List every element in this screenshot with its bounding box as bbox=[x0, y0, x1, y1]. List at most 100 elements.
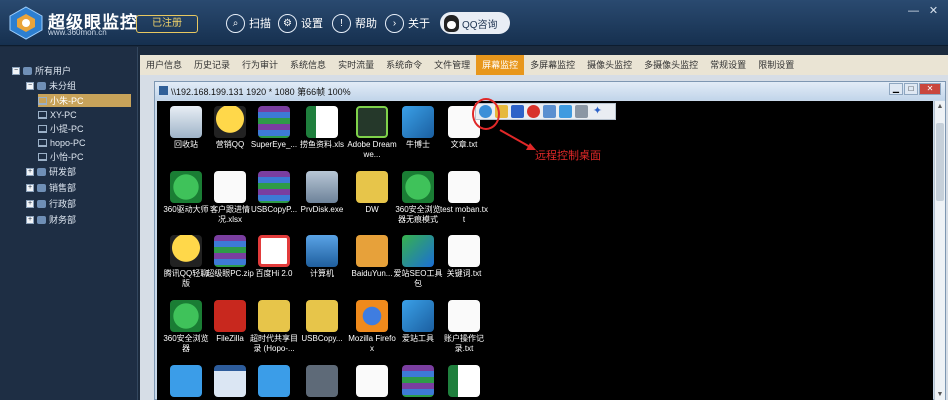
tree-pc-label: XY-PC bbox=[50, 109, 77, 120]
tab-multi-camera[interactable]: 多摄像头监控 bbox=[638, 55, 704, 75]
desktop-icon[interactable]: 360驱动大师 bbox=[161, 171, 211, 215]
desktop-icon[interactable]: 360安全浏览器无痕模式 bbox=[393, 171, 443, 225]
desktop-icon[interactable] bbox=[161, 365, 211, 397]
desktop-icon[interactable]: DW bbox=[347, 171, 397, 215]
desktop-icon[interactable]: 超时代共享目录 (Hopo-... bbox=[249, 300, 299, 354]
collapse-icon[interactable]: − bbox=[12, 66, 20, 75]
desktop-icon[interactable]: BaiduYun... bbox=[347, 235, 397, 279]
computer-icon bbox=[38, 124, 47, 133]
tree-root[interactable]: − 所有用户 bbox=[12, 64, 71, 77]
tree-group-unassigned[interactable]: − 未分组 bbox=[26, 79, 76, 92]
qq-consult-label: QQ咨询 bbox=[462, 19, 498, 31]
desktop-icon[interactable]: FileZilla bbox=[205, 300, 255, 344]
capture-icon[interactable] bbox=[575, 105, 588, 118]
scan-label: 扫描 bbox=[249, 18, 271, 30]
settings-button[interactable]: ⚙ 设置 bbox=[278, 12, 323, 34]
desktop-icon[interactable]: 牛博士 bbox=[393, 106, 443, 150]
tree-department[interactable]: + 销售部 bbox=[26, 181, 76, 194]
tab-file-manager[interactable]: 文件管理 bbox=[428, 55, 476, 75]
desktop-icon[interactable]: SuperEye_... bbox=[249, 106, 299, 150]
tab-general-settings[interactable]: 常规设置 bbox=[704, 55, 752, 75]
remote-desktop-view[interactable]: 回收站 营销QQ SuperEye_... 捞鱼资料.xls Adobe Dre… bbox=[157, 101, 933, 400]
tree-pc-item[interactable]: hopo-PC bbox=[38, 136, 86, 149]
desktop-icon[interactable]: 账户操作记录.txt bbox=[439, 300, 489, 354]
tree-pc-item[interactable]: 小提-PC bbox=[38, 122, 84, 135]
tab-behavior-audit[interactable]: 行为审计 bbox=[236, 55, 284, 75]
remote-window-titlebar[interactable]: \\192.168.199.131 1920 * 1080 第66帧 100% … bbox=[155, 82, 945, 100]
desktop-icon[interactable]: Mozilla Firefox bbox=[347, 300, 397, 354]
desktop-icon[interactable] bbox=[249, 365, 299, 397]
tab-restriction-settings[interactable]: 限制设置 bbox=[752, 55, 800, 75]
expand-icon[interactable]: + bbox=[26, 167, 34, 176]
qq-penguin-icon bbox=[444, 14, 459, 32]
desktop-icon-label: 超时代共享目录 (Hopo-... bbox=[250, 334, 298, 353]
close-icon[interactable]: ✕ bbox=[919, 83, 941, 95]
tab-camera[interactable]: 摄像头监控 bbox=[581, 55, 638, 75]
expand-icon[interactable]: + bbox=[26, 199, 34, 208]
remote-scrollbar[interactable]: ▲ ▼ bbox=[934, 101, 945, 400]
group-icon bbox=[37, 215, 46, 224]
expand-icon[interactable]: + bbox=[26, 183, 34, 192]
tree-pc-item[interactable]: XY-PC bbox=[38, 108, 77, 121]
tab-screen-monitor[interactable]: 屏幕监控 bbox=[476, 55, 525, 75]
scrollbar-thumb[interactable] bbox=[936, 123, 944, 201]
desktop-icon-label: 360驱动大师 bbox=[163, 205, 209, 214]
function-tabs: 用户信息 历史记录 行为审计 系统信息 实时流量 系统命令 文件管理 屏幕监控 … bbox=[140, 55, 948, 75]
desktop-icon[interactable]: Adobe Dreamwe... bbox=[347, 106, 397, 160]
desktop-icon[interactable]: PrvDisk.exe bbox=[297, 171, 347, 215]
scroll-down-icon[interactable]: ▼ bbox=[936, 391, 944, 398]
tree-department[interactable]: + 行政部 bbox=[26, 197, 76, 210]
refresh-icon[interactable] bbox=[543, 105, 556, 118]
desktop-icon[interactable]: 捞鱼资料.xls bbox=[297, 106, 347, 150]
scroll-up-icon[interactable]: ▲ bbox=[936, 103, 944, 110]
desktop-icon[interactable]: USBCopy... bbox=[297, 300, 347, 344]
tree-pc-item[interactable]: 小怡-PC bbox=[38, 150, 84, 163]
desktop-icon[interactable]: USBCopyP... bbox=[249, 171, 299, 215]
desktop-icon[interactable]: 营销QQ bbox=[205, 106, 255, 150]
tab-realtime-traffic[interactable]: 实时流量 bbox=[332, 55, 380, 75]
desktop-icon[interactable] bbox=[297, 365, 347, 397]
desktop-icon-label: Adobe Dreamwe... bbox=[347, 140, 397, 159]
minimize-icon[interactable]: ▁ bbox=[889, 83, 903, 95]
tab-user-info[interactable]: 用户信息 bbox=[140, 55, 188, 75]
expand-icon[interactable]: + bbox=[26, 215, 34, 224]
minimize-icon[interactable]: — bbox=[907, 5, 920, 18]
desktop-icon[interactable]: 超级眼PC.zip bbox=[205, 235, 255, 279]
desktop-icon[interactable]: 关键词.txt bbox=[439, 235, 489, 279]
desktop-icon[interactable]: test moban.txt bbox=[439, 171, 489, 225]
scan-button[interactable]: ⌕ 扫描 bbox=[226, 12, 271, 34]
tree-pc-item[interactable]: 小朱-PC bbox=[38, 94, 131, 107]
collapse-icon[interactable]: − bbox=[26, 81, 34, 90]
tab-multi-screen[interactable]: 多屏幕监控 bbox=[524, 55, 581, 75]
desktop-icon[interactable] bbox=[205, 365, 255, 397]
tree-department[interactable]: + 财务部 bbox=[26, 213, 76, 226]
desktop-icon[interactable]: 计算机 bbox=[297, 235, 347, 279]
tree-pc-label: hopo-PC bbox=[50, 137, 86, 148]
browser-icon bbox=[402, 171, 434, 203]
desktop-icon[interactable]: 腾讯QQ轻聊版 bbox=[161, 235, 211, 289]
desktop-icon[interactable] bbox=[439, 365, 489, 397]
registered-badge[interactable]: 已注册 bbox=[136, 15, 198, 33]
settings-icon[interactable] bbox=[559, 105, 572, 118]
desktop-icon[interactable] bbox=[347, 365, 397, 397]
desktop-icon[interactable]: 爱站SEO工具包 bbox=[393, 235, 443, 289]
tab-history[interactable]: 历史记录 bbox=[188, 55, 236, 75]
desktop-icon[interactable]: 360安全浏览器 bbox=[161, 300, 211, 354]
monitor-icon[interactable] bbox=[511, 105, 524, 118]
desktop-icon[interactable] bbox=[393, 365, 443, 397]
qq-consult-button[interactable]: QQ咨询 bbox=[440, 12, 510, 34]
close-icon[interactable]: ✕ bbox=[927, 5, 940, 18]
desktop-icon-recycle-bin[interactable]: 回收站 bbox=[161, 106, 211, 150]
desktop-icon[interactable]: 百度Hi 2.0 bbox=[249, 235, 299, 279]
tree-department[interactable]: + 研发部 bbox=[26, 165, 76, 178]
tab-system-command[interactable]: 系统命令 bbox=[380, 55, 428, 75]
desktop-icon[interactable]: 爱站工具 bbox=[393, 300, 443, 344]
desktop-icon[interactable]: 客户跟进情况.xlsx bbox=[205, 171, 255, 225]
stop-icon[interactable] bbox=[527, 105, 540, 118]
pin-icon[interactable]: ✦ bbox=[591, 105, 604, 118]
about-button[interactable]: › 关于 bbox=[385, 12, 430, 34]
tab-system-info[interactable]: 系统信息 bbox=[284, 55, 332, 75]
maximize-icon[interactable]: □ bbox=[904, 83, 918, 95]
help-button[interactable]: ! 帮助 bbox=[332, 12, 377, 34]
app-shortcut-icon bbox=[402, 106, 434, 138]
